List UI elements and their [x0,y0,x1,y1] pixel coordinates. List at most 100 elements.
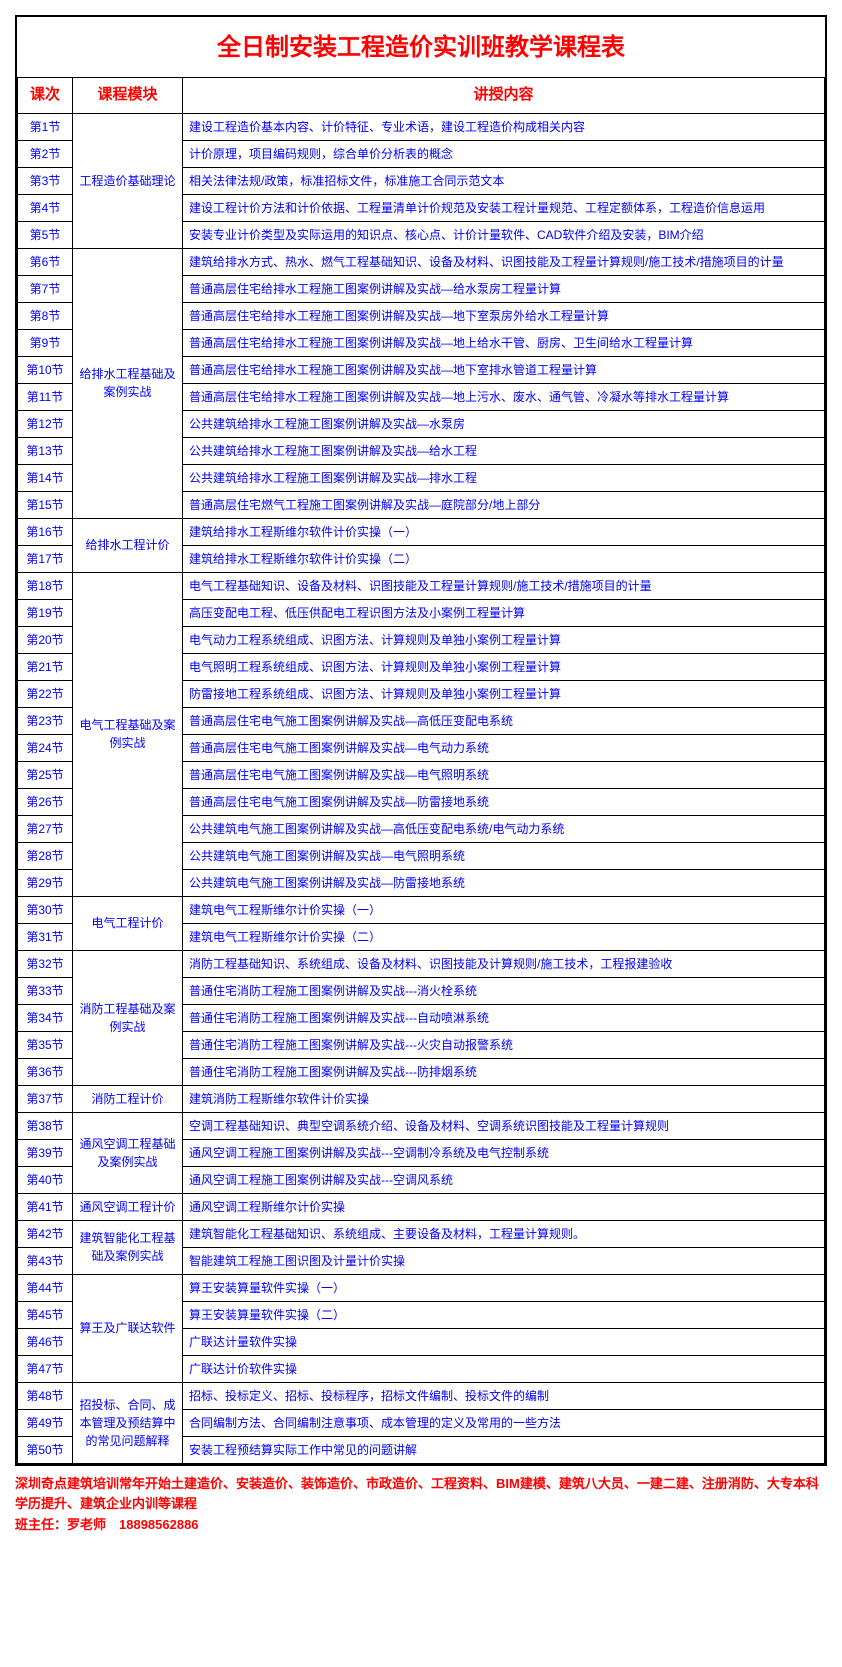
table-row: 第41节通风空调工程计价通风空调工程斯维尔计价实操 [18,1193,825,1220]
content-cell: 普通高层住宅燃气工程施工图案例讲解及实战—庭院部分/地上部分 [183,491,825,518]
session-cell: 第19节 [18,599,73,626]
session-cell: 第32节 [18,950,73,977]
content-cell: 通风空调工程施工图案例讲解及实战---空调风系统 [183,1166,825,1193]
session-cell: 第48节 [18,1382,73,1409]
session-cell: 第6节 [18,248,73,275]
content-cell: 空调工程基础知识、典型空调系统介绍、设备及材料、空调系统识图技能及工程量计算规则 [183,1112,825,1139]
module-cell: 电气工程计价 [73,896,183,950]
session-cell: 第9节 [18,329,73,356]
session-cell: 第16节 [18,518,73,545]
content-cell: 普通高层住宅电气施工图案例讲解及实战—电气动力系统 [183,734,825,761]
content-cell: 电气动力工程系统组成、识图方法、计算规则及单独小案例工程量计算 [183,626,825,653]
module-cell: 算王及广联达软件 [73,1274,183,1382]
content-cell: 建筑智能化工程基础知识、系统组成、主要设备及材料，工程量计算规则。 [183,1220,825,1247]
session-cell: 第43节 [18,1247,73,1274]
content-cell: 公共建筑电气施工图案例讲解及实战—高低压变配电系统/电气动力系统 [183,815,825,842]
footer-text: 深圳奇点建筑培训常年开始土建造价、安装造价、装饰造价、市政造价、工程资料、BIM… [15,1474,827,1536]
content-cell: 电气工程基础知识、设备及材料、识图技能及工程量计算规则/施工技术/措施项目的计量 [183,572,825,599]
content-cell: 建筑电气工程斯维尔计价实操（一） [183,896,825,923]
content-cell: 普通高层住宅给排水工程施工图案例讲解及实战—地上给水干管、厨房、卫生间给水工程量… [183,329,825,356]
content-cell: 电气照明工程系统组成、识图方法、计算规则及单独小案例工程量计算 [183,653,825,680]
session-cell: 第47节 [18,1355,73,1382]
session-cell: 第36节 [18,1058,73,1085]
content-cell: 建设工程造价基本内容、计价特征、专业术语，建设工程造价构成相关内容 [183,113,825,140]
header-content: 讲授内容 [183,78,825,114]
session-cell: 第10节 [18,356,73,383]
session-cell: 第30节 [18,896,73,923]
session-cell: 第21节 [18,653,73,680]
content-cell: 普通住宅消防工程施工图案例讲解及实战---防排烟系统 [183,1058,825,1085]
table-row: 第48节招投标、合同、成本管理及预结算中的常见问题解释招标、投标定义、招标、投标… [18,1382,825,1409]
content-cell: 普通高层住宅给排水工程施工图案例讲解及实战—地上污水、废水、通气管、冷凝水等排水… [183,383,825,410]
session-cell: 第34节 [18,1004,73,1031]
module-cell: 消防工程计价 [73,1085,183,1112]
content-cell: 相关法律法规/政策，标准招标文件，标准施工合同示范文本 [183,167,825,194]
content-cell: 算王安装算量软件实操（二） [183,1301,825,1328]
session-cell: 第49节 [18,1409,73,1436]
content-cell: 公共建筑给排水工程施工图案例讲解及实战—给水工程 [183,437,825,464]
content-cell: 普通高层住宅电气施工图案例讲解及实战—防雷接地系统 [183,788,825,815]
session-cell: 第50节 [18,1436,73,1463]
session-cell: 第33节 [18,977,73,1004]
content-cell: 公共建筑给排水工程施工图案例讲解及实战—水泵房 [183,410,825,437]
table-row: 第38节通风空调工程基础及案例实战空调工程基础知识、典型空调系统介绍、设备及材料… [18,1112,825,1139]
content-cell: 安装工程预结算实际工作中常见的问题讲解 [183,1436,825,1463]
session-cell: 第13节 [18,437,73,464]
content-cell: 普通高层住宅电气施工图案例讲解及实战—电气照明系统 [183,761,825,788]
session-cell: 第12节 [18,410,73,437]
content-cell: 通风空调工程施工图案例讲解及实战---空调制冷系统及电气控制系统 [183,1139,825,1166]
content-cell: 合同编制方法、合同编制注意事项、成本管理的定义及常用的一些方法 [183,1409,825,1436]
curriculum-table: 课次 课程模块 讲授内容 第1节工程造价基础理论建设工程造价基本内容、计价特征、… [17,77,825,1464]
module-cell: 通风空调工程基础及案例实战 [73,1112,183,1193]
content-cell: 防雷接地工程系统组成、识图方法、计算规则及单独小案例工程量计算 [183,680,825,707]
header-module: 课程模块 [73,78,183,114]
content-cell: 建设工程计价方法和计价依据、工程量清单计价规范及安装工程计量规范、工程定额体系，… [183,194,825,221]
page-title: 全日制安装工程造价实训班教学课程表 [17,17,825,77]
session-cell: 第18节 [18,572,73,599]
table-row: 第16节给排水工程计价建筑给排水工程斯维尔软件计价实操（一） [18,518,825,545]
session-cell: 第28节 [18,842,73,869]
content-cell: 智能建筑工程施工图识图及计量计价实操 [183,1247,825,1274]
session-cell: 第35节 [18,1031,73,1058]
session-cell: 第2节 [18,140,73,167]
session-cell: 第24节 [18,734,73,761]
module-cell: 招投标、合同、成本管理及预结算中的常见问题解释 [73,1382,183,1463]
session-cell: 第44节 [18,1274,73,1301]
content-cell: 公共建筑电气施工图案例讲解及实战—防雷接地系统 [183,869,825,896]
session-cell: 第1节 [18,113,73,140]
session-cell: 第4节 [18,194,73,221]
session-cell: 第11节 [18,383,73,410]
content-cell: 普通高层住宅给排水工程施工图案例讲解及实战—地下室泵房外给水工程量计算 [183,302,825,329]
table-row: 第6节给排水工程基础及案例实战建筑给排水方式、热水、燃气工程基础知识、设备及材料… [18,248,825,275]
content-cell: 普通高层住宅给排水工程施工图案例讲解及实战—地下室排水管道工程量计算 [183,356,825,383]
content-cell: 算王安装算量软件实操（一） [183,1274,825,1301]
content-cell: 公共建筑给排水工程施工图案例讲解及实战—排水工程 [183,464,825,491]
session-cell: 第17节 [18,545,73,572]
session-cell: 第31节 [18,923,73,950]
session-cell: 第41节 [18,1193,73,1220]
content-cell: 广联达计量软件实操 [183,1328,825,1355]
session-cell: 第20节 [18,626,73,653]
header-session: 课次 [18,78,73,114]
content-cell: 通风空调工程斯维尔计价实操 [183,1193,825,1220]
session-cell: 第26节 [18,788,73,815]
module-cell: 消防工程基础及案例实战 [73,950,183,1085]
module-cell: 电气工程基础及案例实战 [73,572,183,896]
table-row: 第44节算王及广联达软件算王安装算量软件实操（一） [18,1274,825,1301]
content-cell: 普通住宅消防工程施工图案例讲解及实战---火灾自动报警系统 [183,1031,825,1058]
content-cell: 公共建筑电气施工图案例讲解及实战—电气照明系统 [183,842,825,869]
content-cell: 高压变配电工程、低压供配电工程识图方法及小案例工程量计算 [183,599,825,626]
module-cell: 建筑智能化工程基础及案例实战 [73,1220,183,1274]
session-cell: 第15节 [18,491,73,518]
content-cell: 普通住宅消防工程施工图案例讲解及实战---消火栓系统 [183,977,825,1004]
session-cell: 第38节 [18,1112,73,1139]
session-cell: 第29节 [18,869,73,896]
session-cell: 第39节 [18,1139,73,1166]
module-cell: 通风空调工程计价 [73,1193,183,1220]
content-cell: 广联达计价软件实操 [183,1355,825,1382]
session-cell: 第8节 [18,302,73,329]
content-cell: 招标、投标定义、招标、投标程序，招标文件编制、投标文件的编制 [183,1382,825,1409]
session-cell: 第23节 [18,707,73,734]
table-row: 第30节电气工程计价建筑电气工程斯维尔计价实操（一） [18,896,825,923]
session-cell: 第45节 [18,1301,73,1328]
